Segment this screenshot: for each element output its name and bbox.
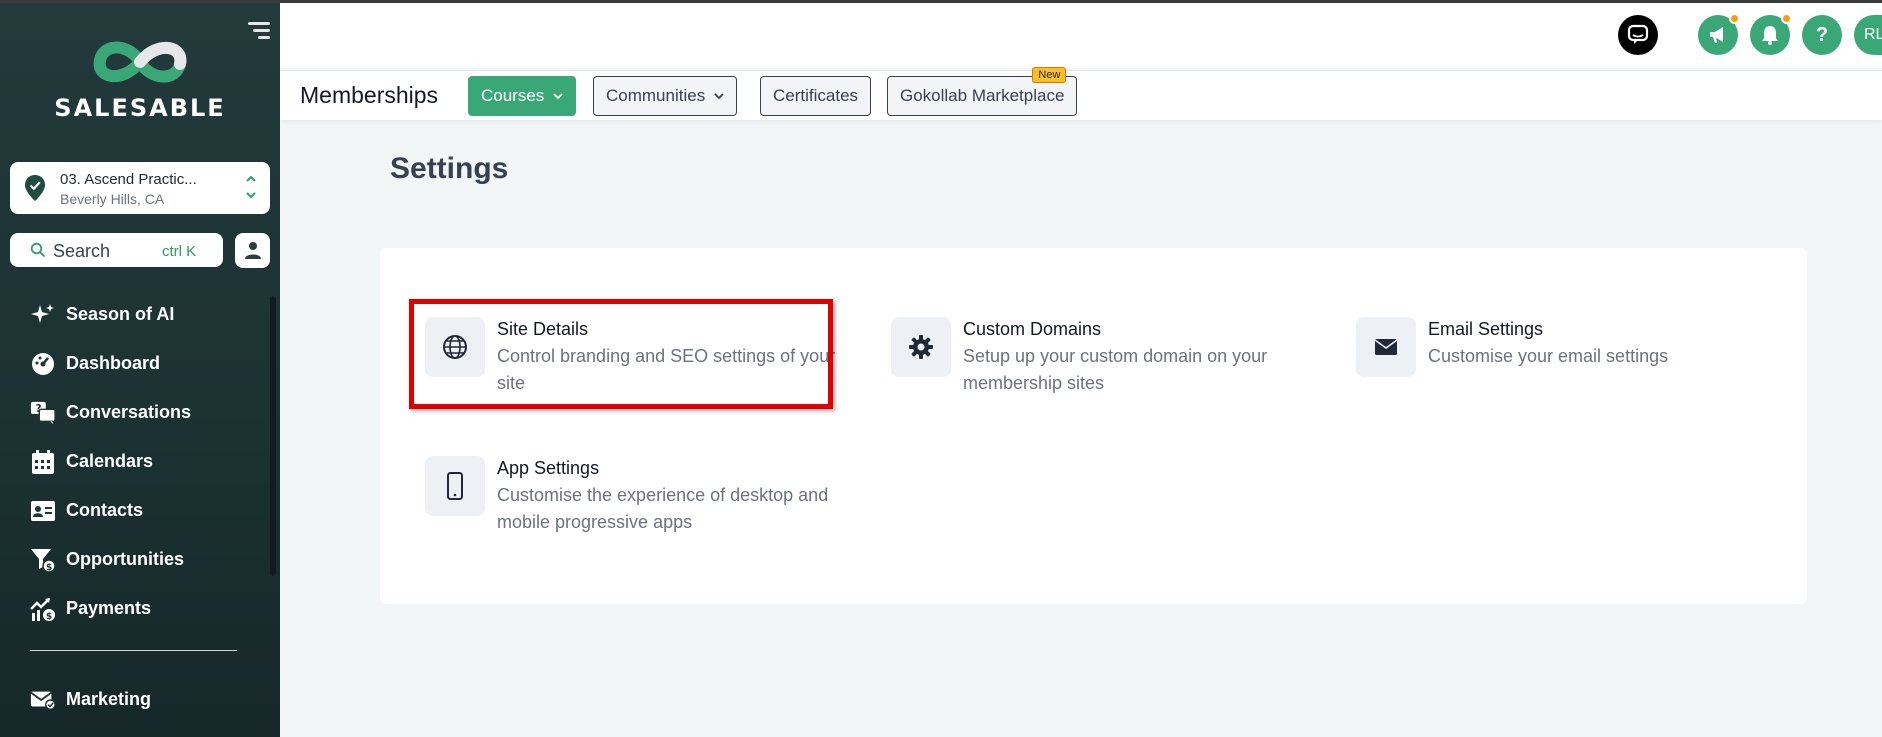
chart-money-icon: $ <box>30 596 56 622</box>
contact-card-icon <box>30 498 56 524</box>
setting-title: Email Settings <box>1428 319 1544 339</box>
tab-communities[interactable]: Communities <box>593 76 738 116</box>
top-header: ? RL <box>280 3 1882 68</box>
sidebar-item-label: Contacts <box>66 500 144 520</box>
brand-name: SALESABLE <box>54 94 226 122</box>
sidebar-item-calendars[interactable]: Calendars <box>0 437 268 486</box>
tab-gokollab-marketplace[interactable]: Gokollab Marketplace New <box>887 67 1078 116</box>
setting-email-settings[interactable]: Email Settings Customise your email sett… <box>1356 317 1776 427</box>
search-label: Search <box>53 241 111 261</box>
page-title: Settings <box>390 152 509 185</box>
sidebar-item-label: Marketing <box>66 689 152 709</box>
chevron-down-icon <box>553 93 563 100</box>
sidebar: SALESABLE 03. Ascend Practic... Beverly … <box>0 0 280 737</box>
collapse-menu-icon[interactable] <box>248 22 270 42</box>
location-address: Beverly Hills, CA <box>60 191 165 207</box>
chat-icon: ? <box>30 400 56 426</box>
envelope-icon <box>1356 317 1416 377</box>
notifications-button[interactable] <box>1750 13 1792 55</box>
gear-icon <box>891 317 951 377</box>
infinity-logo-icon <box>93 41 187 83</box>
mobile-phone-icon <box>425 456 485 516</box>
sparkle-icon <box>30 302 56 328</box>
funnel-icon: $ <box>30 547 56 573</box>
search-shortcut: ctrl K <box>162 243 197 260</box>
setting-app-settings[interactable]: App Settings Customise the experience of… <box>425 456 845 566</box>
question-mark-icon: ? <box>1815 23 1829 46</box>
section-title: Memberships <box>300 82 439 108</box>
chevron-up-down-icon <box>244 172 258 204</box>
bell-icon <box>1762 26 1778 45</box>
setting-description: Customise your email settings <box>1428 346 1669 366</box>
sidebar-item-label: Conversations <box>66 402 192 422</box>
setting-title: Custom Domains <box>963 319 1102 339</box>
sidebar-item-payments[interactable]: $ Payments <box>0 584 268 633</box>
sidebar-item-opportunities[interactable]: $ Opportunities <box>0 535 268 584</box>
notification-dot <box>1729 13 1740 24</box>
location-pin-icon <box>25 175 45 201</box>
setting-custom-domains[interactable]: Custom Domains Setup up your custom doma… <box>891 317 1311 427</box>
window-top-border <box>0 0 1882 3</box>
sidebar-item-label: Calendars <box>66 451 154 471</box>
megaphone-icon <box>1710 27 1723 43</box>
avatar-initials: RL <box>1864 26 1882 43</box>
setting-description: Setup up your custom domain on your memb… <box>963 346 1268 393</box>
setting-description: Customise the experience of desktop and … <box>497 485 829 532</box>
search-button[interactable]: Search ctrl K <box>10 233 223 267</box>
help-button[interactable]: ? <box>1802 15 1842 55</box>
sidebar-item-contacts[interactable]: Contacts <box>0 486 268 535</box>
sidebar-item-marketing[interactable]: Marketing <box>0 675 268 724</box>
user-avatar[interactable]: RL <box>1854 15 1882 55</box>
chevron-down-icon <box>714 93 724 100</box>
user-icon <box>245 242 261 259</box>
sidebar-item-label: Opportunities <box>66 549 184 569</box>
brand-logo[interactable]: SALESABLE <box>40 36 240 122</box>
announcements-button[interactable] <box>1698 13 1740 55</box>
tab-label: Gokollab Marketplace <box>900 86 1065 105</box>
calendar-icon <box>30 449 56 475</box>
sidebar-item-conversations[interactable]: ? Conversations <box>0 388 268 437</box>
tab-certificates[interactable]: Certificates <box>760 76 872 116</box>
location-name: 03. Ascend Practic... <box>60 171 197 188</box>
chat-bubble-icon <box>1627 24 1649 44</box>
sidebar-item-season-of-ai[interactable]: Season of AI <box>0 290 268 339</box>
tab-courses[interactable]: Courses <box>468 76 577 116</box>
sidebar-scrollbar[interactable] <box>270 296 276 576</box>
dashboard-icon <box>30 351 56 377</box>
sidebar-item-label: Dashboard <box>66 353 161 373</box>
sidebar-item-dashboard[interactable]: Dashboard <box>0 339 268 388</box>
user-profile-button[interactable] <box>235 233 270 268</box>
location-switcher[interactable]: 03. Ascend Practic... Beverly Hills, CA <box>10 162 270 214</box>
svg-text:$: $ <box>46 612 52 622</box>
sidebar-item-label: Payments <box>66 598 152 618</box>
highlight-annotation <box>409 299 833 409</box>
sidebar-item-marketing-row[interactable]: Marketing <box>0 675 268 724</box>
mail-check-icon <box>30 687 56 713</box>
new-badge: New <box>1032 67 1067 83</box>
tab-label: Certificates <box>773 86 859 105</box>
search-icon <box>30 242 46 258</box>
sidebar-item-label: Season of AI <box>66 304 175 324</box>
tab-label: Communities <box>606 86 706 105</box>
memberships-subnav: Memberships Courses Communities Certific… <box>280 67 1882 120</box>
sidebar-divider <box>30 650 237 651</box>
tab-label: Courses <box>481 86 545 105</box>
setting-title: App Settings <box>497 458 600 478</box>
notification-dot <box>1781 13 1792 24</box>
chat-widget-button[interactable] <box>1618 15 1658 55</box>
svg-text:$: $ <box>46 563 52 573</box>
sidebar-nav: Season of AI Dashboard ? Conversations C… <box>0 290 268 633</box>
